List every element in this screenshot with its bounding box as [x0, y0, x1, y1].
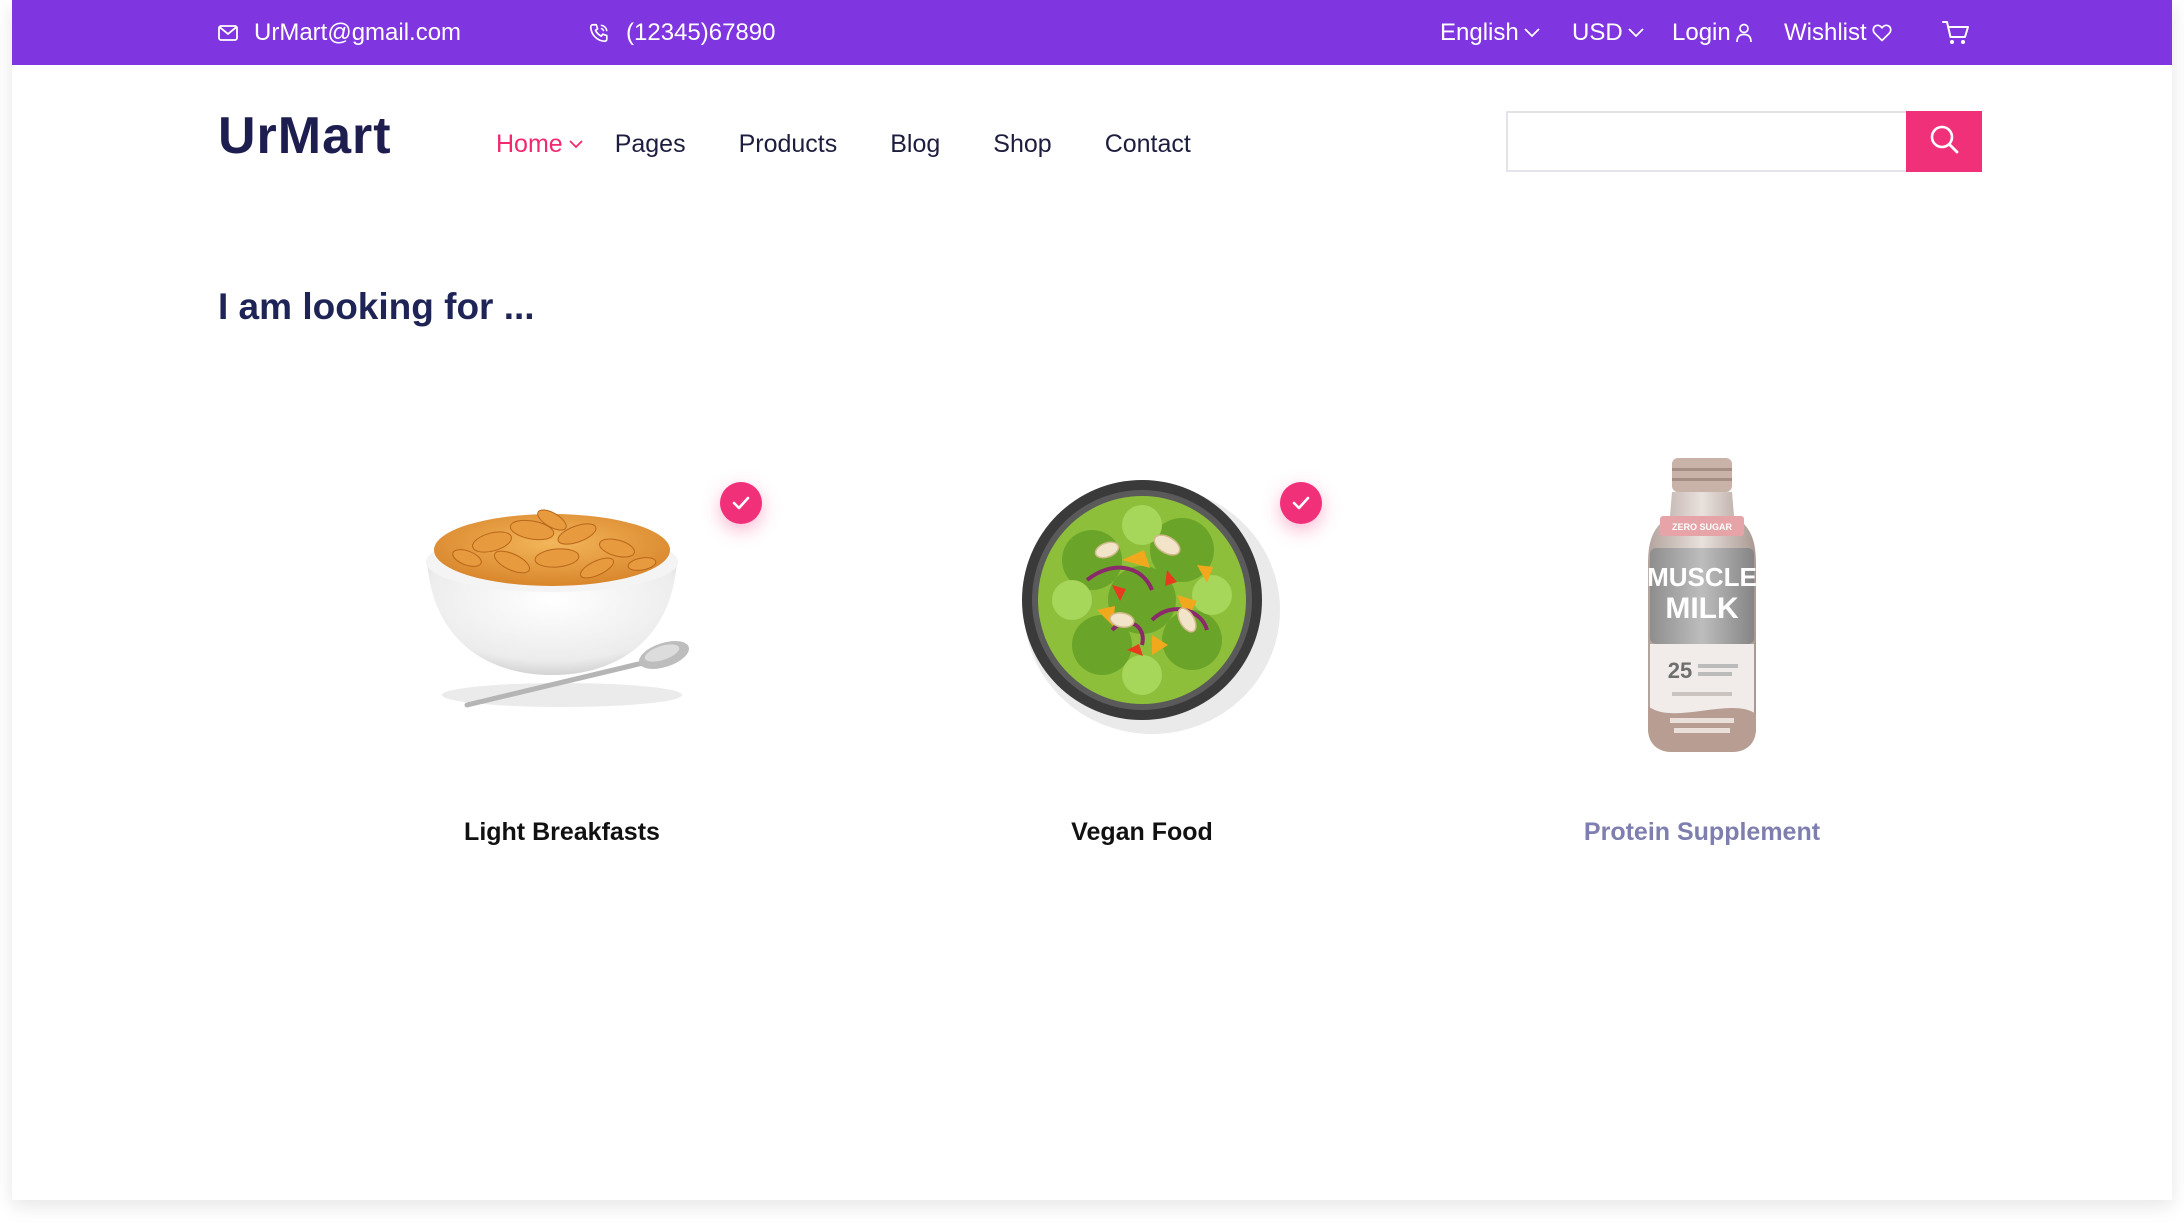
email-contact[interactable]: UrMart@gmail.com	[218, 0, 461, 65]
nav-label: Shop	[993, 129, 1052, 158]
nav-label: Pages	[614, 129, 686, 158]
chevron-down-icon	[569, 139, 583, 149]
mail-icon	[218, 24, 238, 41]
nav-item-contact[interactable]: Contact	[1105, 130, 1191, 159]
nav-item-pages[interactable]: Pages	[615, 130, 686, 159]
category-label: Vegan Food	[1071, 818, 1213, 846]
cereal-bowl-image	[392, 450, 732, 745]
search-input[interactable]	[1506, 111, 1906, 172]
page-frame: UrMart@gmail.com (12345)67890 English US…	[12, 0, 2172, 1200]
nav-label: Products	[738, 129, 838, 158]
bottle-brand-text-1: MUSCLE	[1647, 562, 1757, 592]
main-nav: Home Pages Products Blog Shop Contact	[496, 124, 1244, 164]
nav-item-shop[interactable]: Shop	[993, 130, 1051, 159]
nav-label: Contact	[1104, 129, 1191, 158]
email-text: UrMart@gmail.com	[254, 18, 462, 46]
heart-icon	[1872, 23, 1892, 42]
logo[interactable]: UrMart	[218, 106, 392, 166]
currency-label: USD	[1572, 18, 1623, 46]
cart-icon	[1942, 20, 1970, 46]
search-bar	[1506, 111, 1982, 172]
salad-bowl-image	[1002, 450, 1282, 745]
chevron-down-icon	[1628, 27, 1644, 38]
nav-item-blog[interactable]: Blog	[890, 130, 940, 159]
phone-text: (12345)67890	[626, 18, 776, 46]
search-icon	[1928, 123, 1960, 160]
category-card-protein-supplement[interactable]: ZERO SUGAR MUSCLE MILK 25 Protein Supple…	[1492, 440, 1912, 860]
wishlist-label: Wishlist	[1784, 18, 1867, 46]
user-icon	[1735, 23, 1752, 43]
nav-item-home[interactable]: Home	[496, 130, 583, 159]
selected-check-icon[interactable]	[720, 482, 762, 524]
login-label: Login	[1672, 18, 1731, 46]
bottle-badge-text: ZERO SUGAR	[1672, 522, 1733, 532]
bottle-protein-text: 25	[1668, 658, 1692, 683]
nav-label: Blog	[890, 129, 941, 158]
currency-selector[interactable]: USD	[1572, 0, 1644, 65]
login-link[interactable]: Login	[1672, 0, 1752, 65]
phone-icon	[588, 22, 610, 44]
language-label: English	[1440, 18, 1519, 46]
protein-shake-bottle-image: ZERO SUGAR MUSCLE MILK 25	[1642, 456, 1762, 761]
language-selector[interactable]: English	[1440, 0, 1540, 65]
selected-check-icon[interactable]	[1280, 482, 1322, 524]
nav-label: Home	[496, 129, 563, 158]
phone-contact[interactable]: (12345)67890	[588, 0, 775, 65]
section-title: I am looking for ...	[218, 286, 535, 327]
category-card-vegan-food[interactable]: Vegan Food	[932, 440, 1352, 860]
search-button[interactable]	[1906, 111, 1982, 172]
chevron-down-icon	[1524, 27, 1540, 38]
category-label: Protein Supplement	[1583, 818, 1821, 846]
wishlist-link[interactable]: Wishlist	[1784, 0, 1892, 65]
cart-button[interactable]	[1942, 0, 1970, 65]
category-card-light-breakfasts[interactable]: Light Breakfasts	[352, 440, 772, 860]
bottle-brand-text-2: MILK	[1665, 592, 1739, 625]
top-bar: UrMart@gmail.com (12345)67890 English US…	[12, 0, 2172, 65]
category-label: Light Breakfasts	[464, 818, 660, 846]
nav-item-products[interactable]: Products	[739, 130, 838, 159]
